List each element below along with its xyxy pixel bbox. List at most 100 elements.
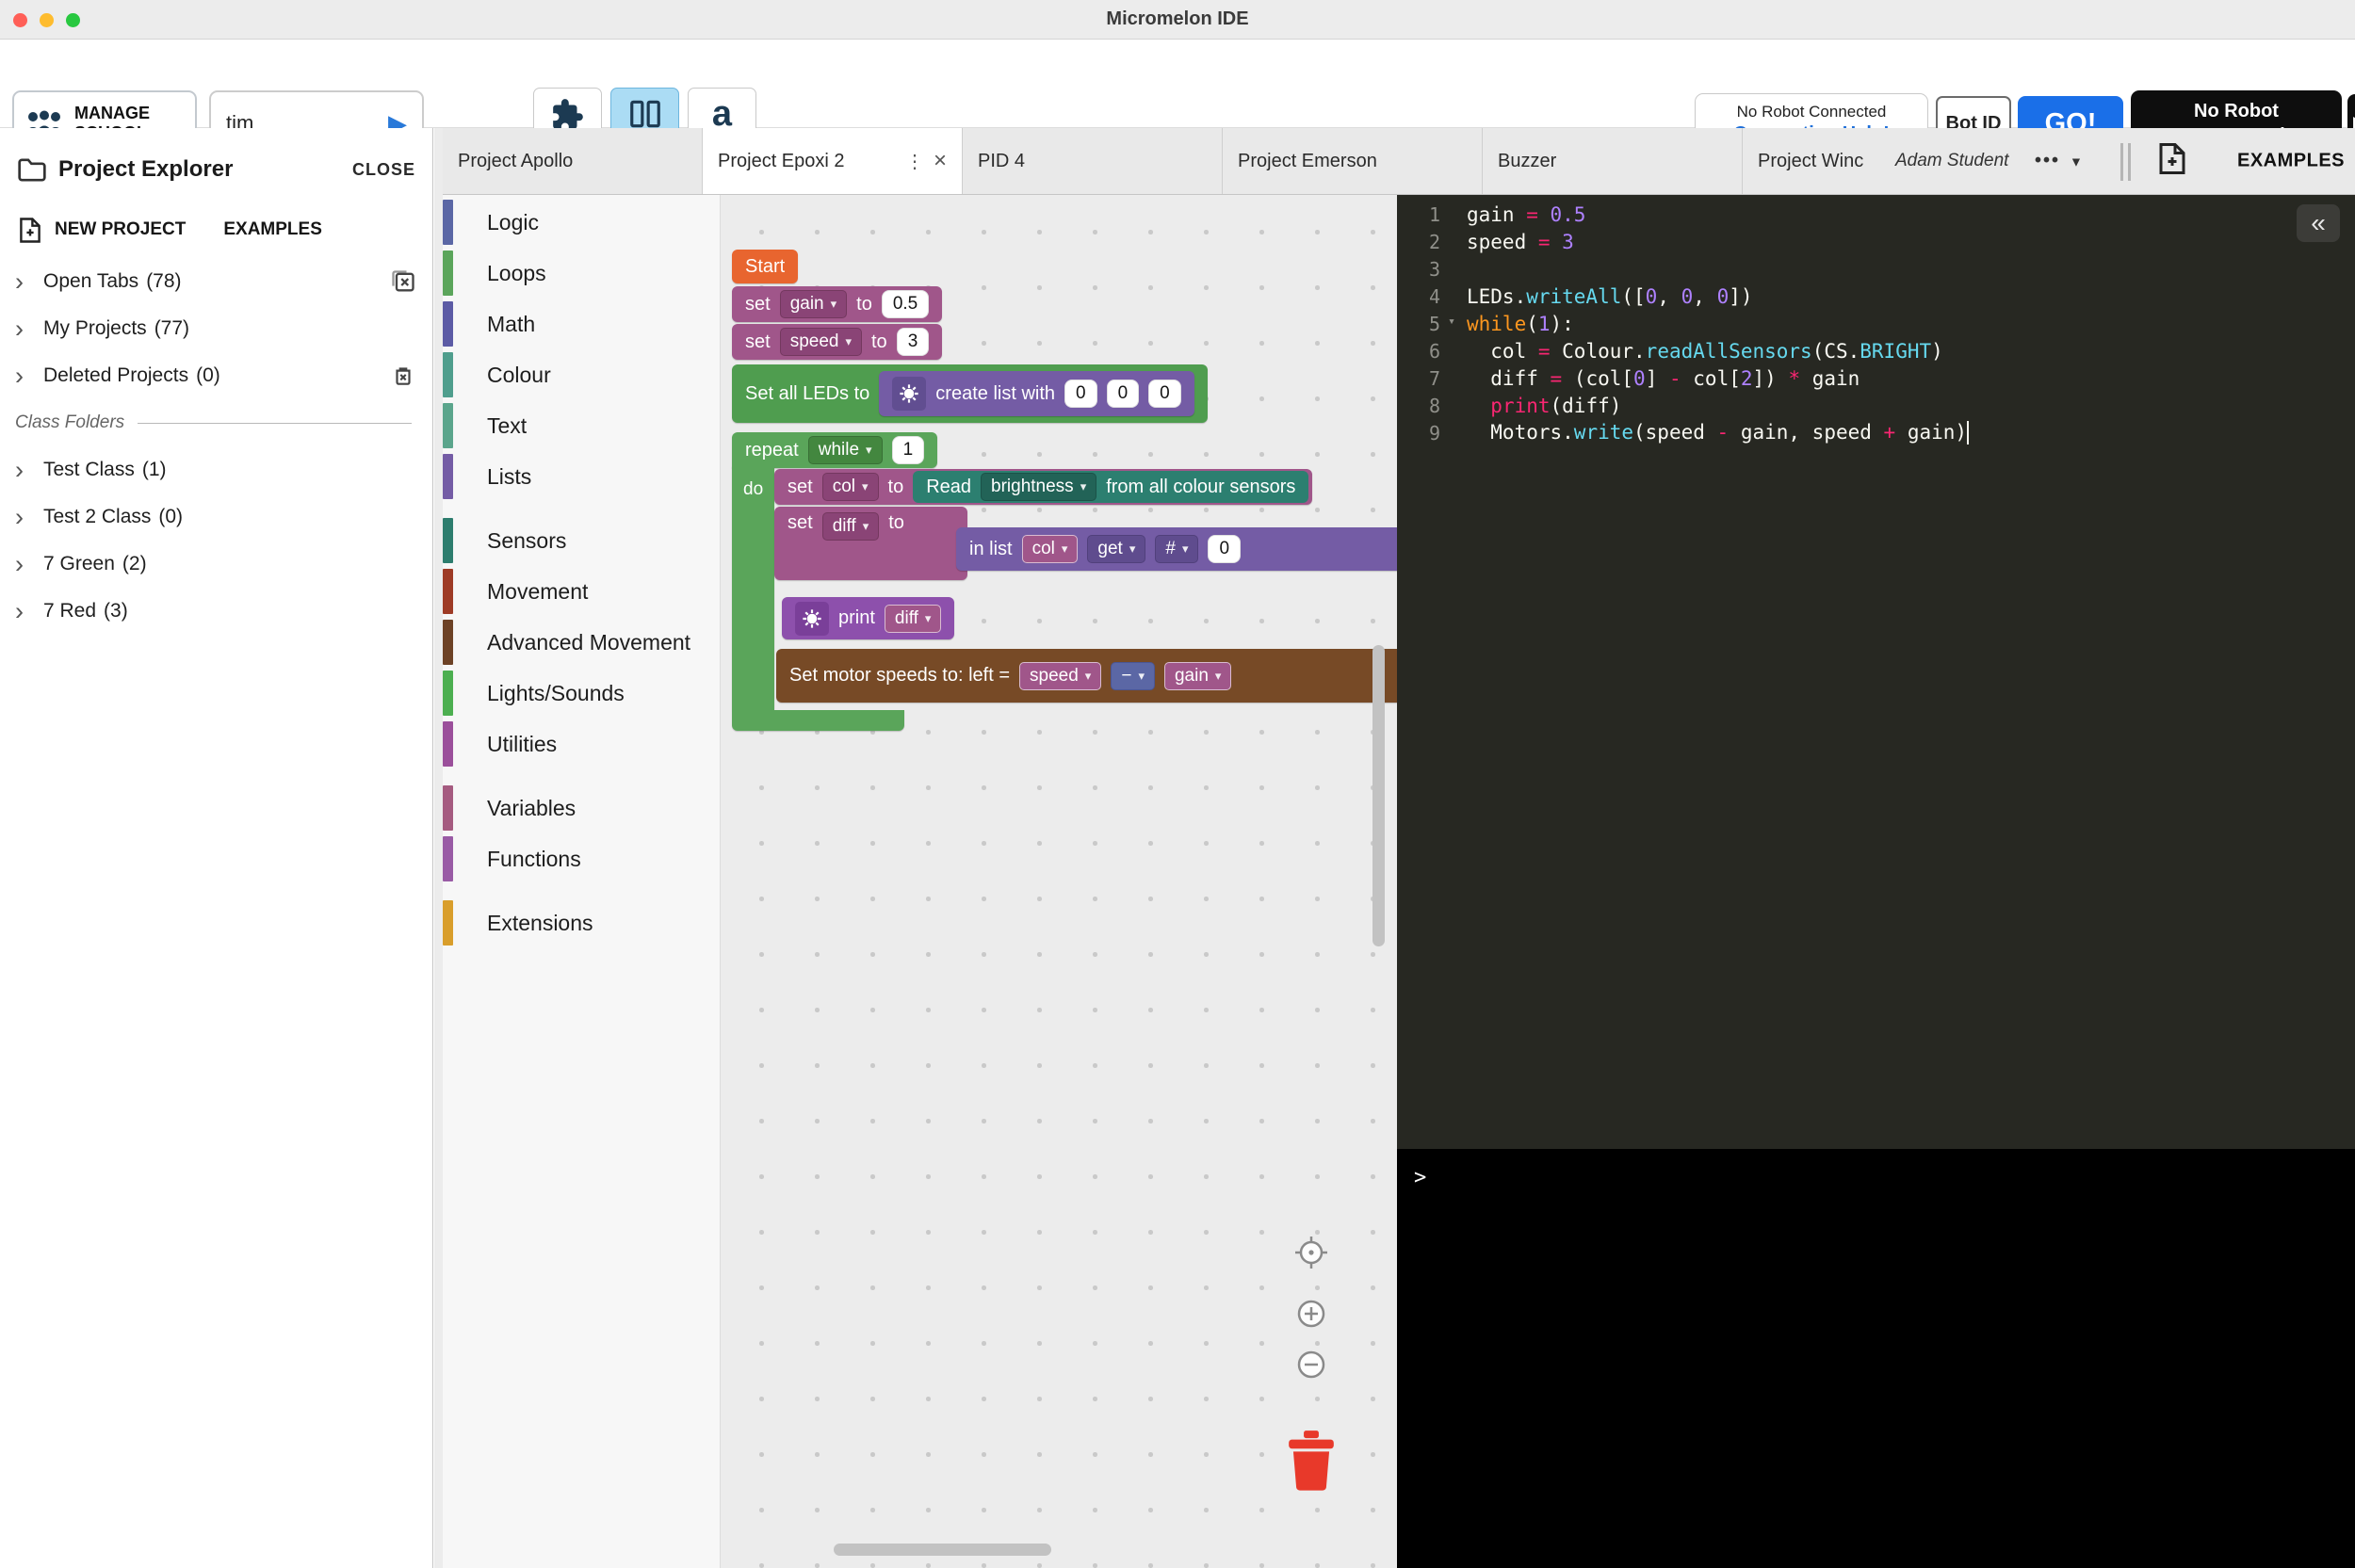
repeat-while-block[interactable]: repeat while▾ 1	[732, 432, 937, 468]
list-value-field[interactable]: 0	[1064, 380, 1097, 408]
number-field[interactable]: 0.5	[882, 290, 929, 318]
zoom-reset-button[interactable]	[1292, 1234, 1330, 1276]
editor-tab[interactable]: PID 4 ⋮ ×	[963, 128, 1223, 194]
sensor-mode-dropdown[interactable]: brightness▾	[981, 473, 1096, 501]
variable-dropdown[interactable]: diff▾	[822, 512, 880, 541]
tab-close-icon[interactable]: ×	[934, 148, 947, 174]
chevron-right-icon[interactable]: ›	[15, 552, 43, 577]
sidebar-item-class-folder[interactable]: › Test 2 Class (0)	[0, 493, 432, 541]
palette-category[interactable]: Extensions	[443, 897, 720, 948]
number-field[interactable]: 3	[897, 328, 930, 356]
collapse-panel-button[interactable]: «	[2297, 204, 2340, 242]
palette-category[interactable]: Logic	[443, 197, 720, 248]
sidebar-header: Project Explorer CLOSE	[0, 151, 432, 188]
workspace-vertical-scrollbar[interactable]	[1372, 645, 1385, 946]
palette-category[interactable]: Loops	[443, 248, 720, 299]
variable-dropdown[interactable]: speed▾	[780, 328, 862, 356]
editor-tab[interactable]: Project Apollo ⋮ ×	[443, 128, 703, 194]
sidebar-item-class-folder[interactable]: › Test Class (1)	[0, 446, 432, 493]
code-editor[interactable]: 1▾ gain = 0.5 2▾ speed = 3 3▾ 4▾ LEDs.wr…	[1397, 195, 2355, 1149]
list-op-dropdown[interactable]: get▾	[1087, 535, 1145, 563]
sidebar-examples-button[interactable]: EXAMPLES	[223, 219, 322, 240]
set-motor-speeds-block[interactable]: Set motor speeds to: left = speed▾ −▾ ga…	[776, 649, 1397, 703]
tab-menu-icon[interactable]: ⋮	[905, 150, 924, 173]
variable-dropdown[interactable]: gain▾	[780, 290, 847, 318]
loop-mode-dropdown[interactable]: while▾	[808, 436, 883, 464]
palette-category[interactable]: Math	[443, 299, 720, 349]
code-line[interactable]: 1▾ gain = 0.5	[1397, 201, 2355, 228]
empty-trash-icon[interactable]	[389, 364, 417, 388]
code-line[interactable]: 8▾ print(diff)	[1397, 392, 2355, 419]
tab-overflow-button[interactable]: ••• ▼	[2035, 151, 2083, 172]
print-block[interactable]: print diff▾	[782, 597, 954, 639]
zoom-out-button[interactable]	[1292, 1346, 1330, 1388]
code-line[interactable]: 3▾	[1397, 255, 2355, 283]
variable-dropdown[interactable]: diff▾	[885, 605, 942, 633]
mutator-gear-icon[interactable]	[892, 377, 926, 411]
palette-category[interactable]: Utilities	[443, 719, 720, 769]
palette-category[interactable]: Movement	[443, 566, 720, 617]
mutator-gear-icon[interactable]	[795, 602, 829, 636]
sidebar-item-deleted-projects[interactable]: › Deleted Projects (0)	[0, 352, 432, 399]
number-field[interactable]: 1	[892, 436, 925, 464]
set-speed-block[interactable]: set speed▾ to 3	[732, 324, 942, 360]
code-line[interactable]: 4▾ LEDs.writeAll([0, 0, 0])	[1397, 283, 2355, 310]
read-colour-sensors-block[interactable]: Read brightness▾ from all colour sensors	[913, 471, 1308, 503]
variable-dropdown[interactable]: speed▾	[1019, 662, 1101, 690]
chevron-right-icon[interactable]: ›	[15, 458, 43, 483]
editor-tab[interactable]: Project Epoxi 2 ⋮ ×	[703, 128, 963, 194]
code-line[interactable]: 9▾ Motors.write(speed - gain, speed + ga…	[1397, 419, 2355, 446]
variable-dropdown[interactable]: col▾	[1022, 535, 1079, 563]
code-line[interactable]: 7▾ diff = (col[0] - col[2]) * gain	[1397, 364, 2355, 392]
palette-category[interactable]: Advanced Movement	[443, 617, 720, 668]
number-field[interactable]: 0	[1208, 535, 1241, 563]
new-tab-button[interactable]	[2158, 142, 2186, 181]
create-list-block[interactable]: create list with 000	[879, 371, 1194, 416]
chevron-right-icon[interactable]: ›	[15, 364, 43, 389]
chevron-right-icon[interactable]: ›	[15, 599, 43, 624]
sidebar-item-class-folder[interactable]: › 7 Green (2)	[0, 541, 432, 588]
index-mode-dropdown[interactable]: #▾	[1155, 535, 1198, 563]
new-project-button[interactable]: NEW PROJECT	[55, 219, 186, 240]
code-line[interactable]: 2▾ speed = 3	[1397, 228, 2355, 255]
set-diff-block[interactable]: set diff▾ to in list col▾ get▾ #▾ 0	[774, 507, 967, 580]
zoom-in-button[interactable]	[1292, 1295, 1330, 1337]
list-value-field[interactable]: 0	[1148, 380, 1181, 408]
code-line[interactable]: 5▾ while(1):	[1397, 310, 2355, 337]
console-output[interactable]: >	[1397, 1149, 2355, 1568]
blockly-workspace[interactable]: Start set gain▾ to 0.5 set speed▾ to 3 S…	[721, 195, 1397, 1568]
editor-tab[interactable]: Project Emerson ⋮ ×	[1223, 128, 1483, 194]
chevron-right-icon[interactable]: ›	[15, 269, 43, 295]
fold-icon[interactable]: ▾	[1448, 315, 1455, 329]
sidebar-item-class-folder[interactable]: › 7 Red (3)	[0, 588, 432, 635]
start-block[interactable]: Start	[732, 250, 798, 283]
trash-icon[interactable]	[1286, 1431, 1337, 1498]
list-value-field[interactable]: 0	[1107, 380, 1140, 408]
sidebar-close-button[interactable]: CLOSE	[352, 160, 415, 180]
variable-dropdown[interactable]: col▾	[822, 473, 879, 501]
palette-category[interactable]: Text	[443, 400, 720, 451]
palette-category[interactable]: Lights/Sounds	[443, 668, 720, 719]
set-gain-block[interactable]: set gain▾ to 0.5	[732, 286, 942, 322]
set-all-leds-block[interactable]: Set all LEDs to create list with 000	[732, 364, 1208, 423]
sidebar-item-my-projects[interactable]: › My Projects (77)	[0, 305, 432, 352]
editor-tab[interactable]: Buzzer ⋮ ×	[1483, 128, 1743, 194]
in-list-get-block[interactable]: in list col▾ get▾ #▾ 0	[956, 527, 1397, 571]
code-line[interactable]: 6▾ col = Colour.readAllSensors(CS.BRIGHT…	[1397, 337, 2355, 364]
chevron-right-icon[interactable]: ›	[15, 505, 43, 530]
editor-tab[interactable]: Project Winc ⋮ ×	[1743, 128, 1884, 194]
palette-category[interactable]: Variables	[443, 783, 720, 833]
palette-category[interactable]: Colour	[443, 349, 720, 400]
examples-button[interactable]: EXAMPLES	[2237, 151, 2345, 172]
sidebar-item-open-tabs[interactable]: › Open Tabs (78)	[0, 258, 432, 305]
chevron-right-icon[interactable]: ›	[15, 316, 43, 342]
operator-dropdown[interactable]: −▾	[1111, 662, 1155, 690]
variable-dropdown[interactable]: gain▾	[1164, 662, 1231, 690]
set-col-block[interactable]: set col▾ to Read brightness▾ from all co…	[774, 469, 1312, 505]
workspace-horizontal-scrollbar[interactable]	[834, 1544, 1051, 1556]
sidebar-splitter[interactable]	[434, 128, 443, 1568]
palette-category[interactable]: Functions	[443, 833, 720, 884]
palette-category[interactable]: Lists	[443, 451, 720, 502]
close-all-tabs-icon[interactable]	[389, 268, 417, 295]
palette-category[interactable]: Sensors	[443, 515, 720, 566]
